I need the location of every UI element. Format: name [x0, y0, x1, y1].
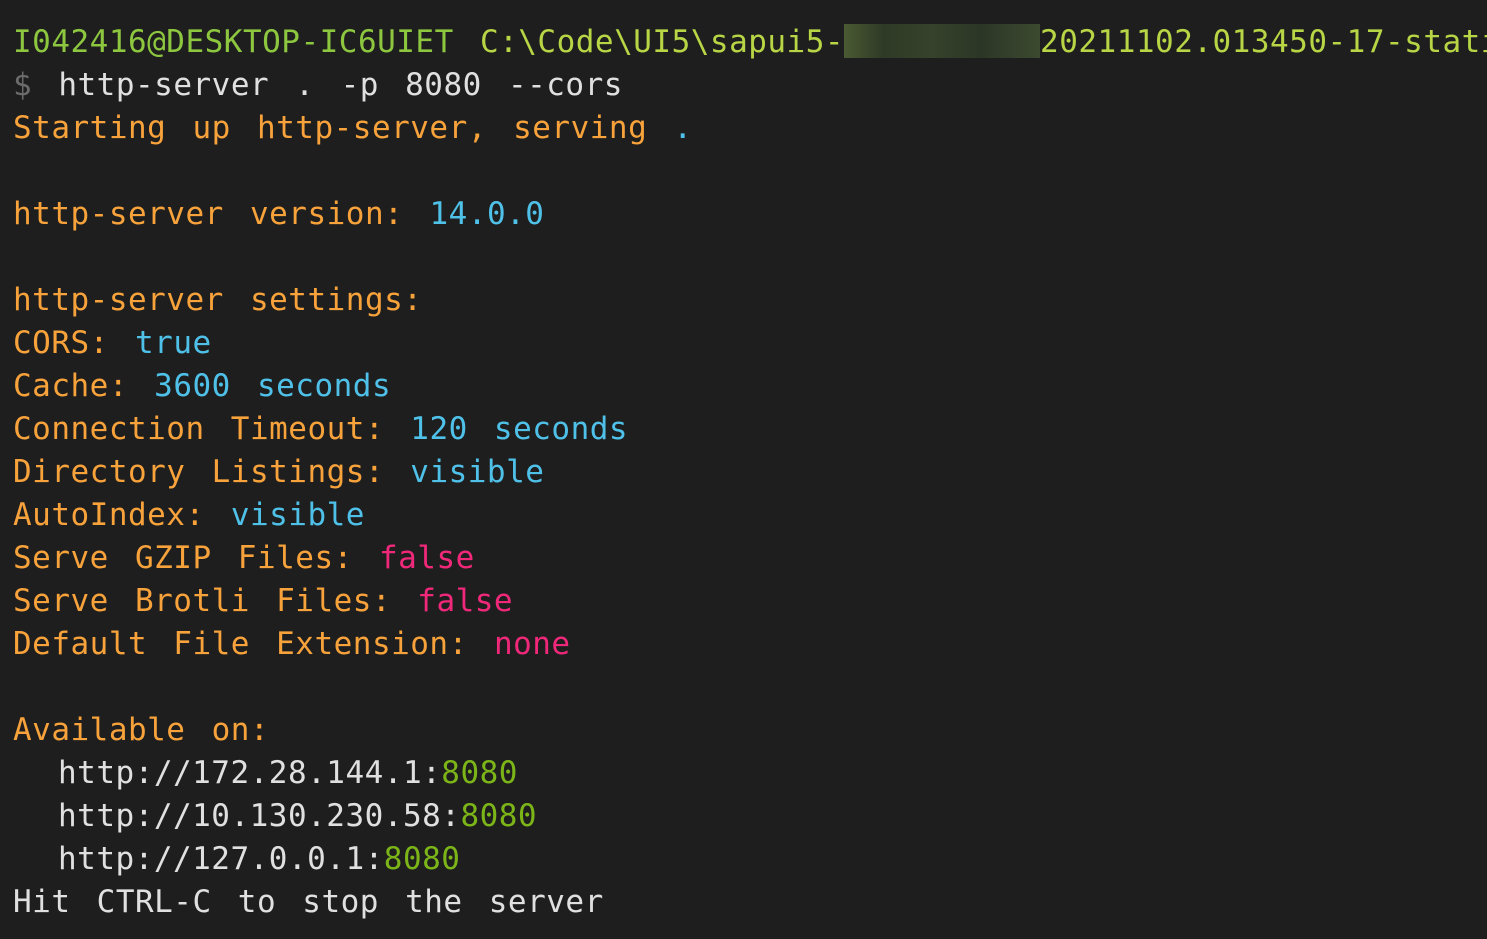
- settings-header-text: http-server settings:: [13, 282, 423, 318]
- setting-label: Directory Listings:: [13, 454, 385, 490]
- setting-row-directory-listings: Directory Listings: visible: [13, 451, 1487, 494]
- setting-value: false: [417, 583, 514, 619]
- address-row: http://10.130.230.58:8080: [13, 795, 1487, 838]
- address-port: 8080: [383, 841, 461, 877]
- redacted-block: [844, 24, 1041, 58]
- version-line: http-server version: 14.0.0: [13, 193, 1487, 236]
- setting-label: Cache:: [13, 368, 128, 404]
- setting-row-cors: CORS: true: [13, 322, 1487, 365]
- address-port: 8080: [441, 755, 518, 791]
- address-host: http://10.130.230.58:: [58, 798, 461, 834]
- starting-line: Starting up http-server, serving .: [13, 107, 1487, 150]
- available-label: Available on:: [13, 712, 270, 748]
- setting-value: visible: [230, 497, 365, 533]
- current-path-suffix: 20211102.013450-17-static: [1040, 24, 1487, 60]
- settings-header: http-server settings:: [13, 279, 1487, 322]
- address-host: http://127.0.0.1:: [58, 841, 384, 877]
- address-row: http://172.28.144.1:8080: [13, 752, 1487, 795]
- setting-row-default-extension: Default File Extension: none: [13, 623, 1487, 666]
- setting-label: CORS:: [13, 325, 109, 361]
- setting-value: 3600 seconds: [154, 368, 392, 404]
- setting-value: 120 seconds: [410, 411, 629, 447]
- prompt-symbol: $: [13, 67, 33, 103]
- available-header: Available on:: [13, 709, 1487, 752]
- footer-line: Hit CTRL-C to stop the server: [13, 881, 1487, 924]
- command-text: http-server . -p 8080 --cors: [58, 67, 623, 103]
- footer-text: Hit CTRL-C to stop the server: [13, 884, 604, 920]
- setting-row-timeout: Connection Timeout: 120 seconds: [13, 408, 1487, 451]
- version-label: http-server version:: [13, 196, 404, 232]
- setting-value: true: [135, 325, 212, 361]
- setting-row-gzip: Serve GZIP Files: false: [13, 537, 1487, 580]
- address-host: http://172.28.144.1:: [58, 755, 442, 791]
- setting-value: none: [493, 626, 571, 662]
- setting-row-brotli: Serve Brotli Files: false: [13, 580, 1487, 623]
- command-line: $ http-server . -p 8080 --cors: [13, 64, 1487, 107]
- terminal-window[interactable]: I042416@DESKTOP-IC6UIET C:\Code\UI5\sapu…: [0, 0, 1487, 939]
- user-host: I042416@DESKTOP-IC6UIET: [13, 24, 454, 60]
- starting-value: .: [673, 110, 693, 146]
- setting-label: Serve Brotli Files:: [13, 583, 392, 619]
- setting-label: Connection Timeout:: [13, 411, 385, 447]
- address-row: http://127.0.0.1:8080: [13, 838, 1487, 881]
- version-value: 14.0.0: [429, 196, 545, 232]
- setting-value: false: [378, 540, 475, 576]
- setting-row-autoindex: AutoIndex: visible: [13, 494, 1487, 537]
- setting-label: Default File Extension:: [13, 626, 468, 662]
- setting-label: Serve GZIP Files:: [13, 540, 353, 576]
- setting-label: AutoIndex:: [13, 497, 205, 533]
- prompt-line: I042416@DESKTOP-IC6UIET C:\Code\UI5\sapu…: [13, 21, 1487, 64]
- address-port: 8080: [460, 798, 538, 834]
- setting-value: visible: [410, 454, 545, 490]
- setting-row-cache: Cache: 3600 seconds: [13, 365, 1487, 408]
- current-path-prefix: C:\Code\UI5\sapui5-: [479, 24, 845, 60]
- starting-label: Starting up http-server, serving: [13, 110, 648, 146]
